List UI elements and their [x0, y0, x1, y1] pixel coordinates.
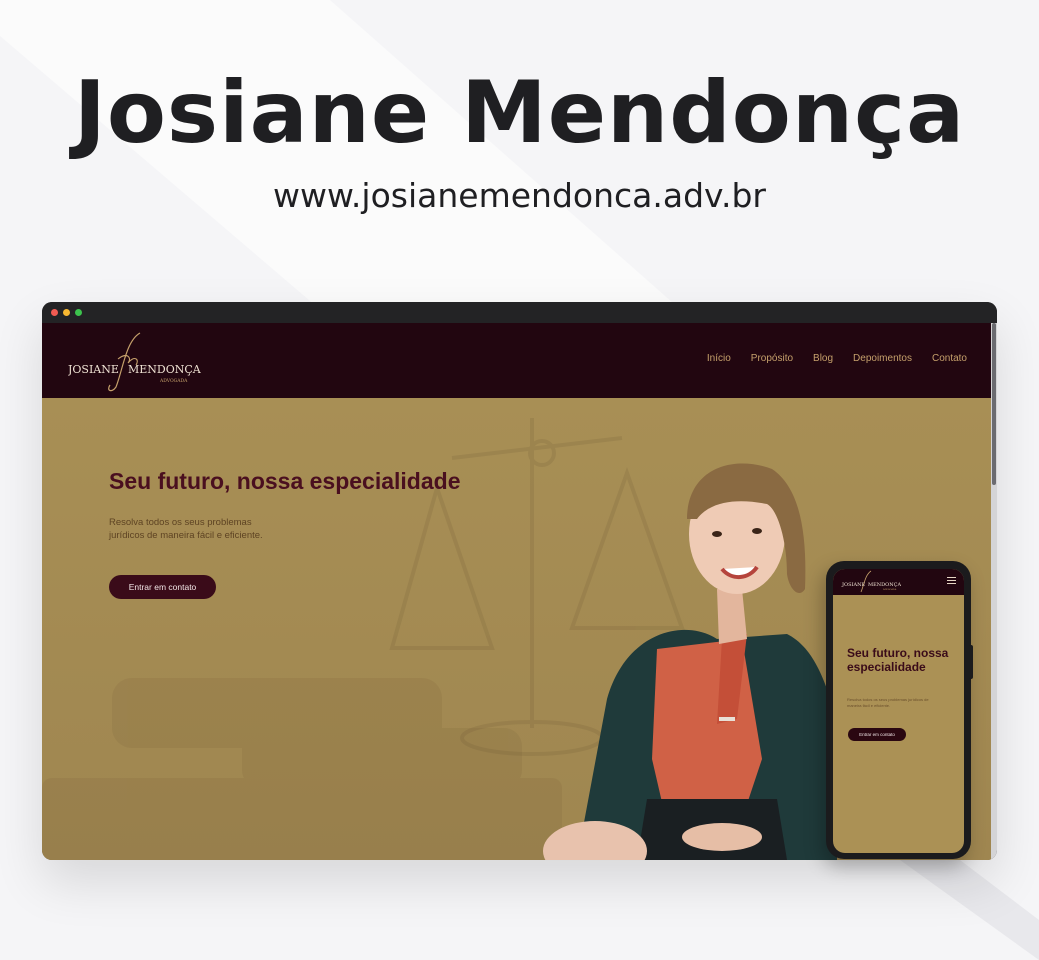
site-navbar: JOSIANE MENDONÇA ADVOGADA Início Propósi…: [42, 323, 991, 398]
mobile-screen: JOSIANE MENDONÇA ADVOGADA Seu futuro, no…: [833, 569, 964, 853]
window-maximize-dot[interactable]: [75, 309, 82, 316]
scrollbar-thumb[interactable]: [992, 323, 996, 485]
nav-depoimentos[interactable]: Depoimentos: [853, 353, 912, 364]
mobile-phone-mockup: JOSIANE MENDONÇA ADVOGADA Seu futuro, no…: [826, 561, 971, 859]
browser-titlebar: [42, 302, 997, 323]
logo-last-name: MENDONÇA: [128, 363, 202, 376]
svg-text:ADVOGADA: ADVOGADA: [882, 588, 897, 591]
page-title: Josiane Mendonça: [73, 63, 966, 163]
phone-side-button: [969, 645, 973, 679]
nav-proposito[interactable]: Propósito: [751, 353, 793, 364]
nav-contato[interactable]: Contato: [932, 353, 967, 364]
mobile-contact-button[interactable]: Entrar em contato: [848, 728, 906, 741]
website-url: www.josianemendonca.adv.br: [272, 176, 766, 215]
nav-inicio[interactable]: Início: [707, 353, 731, 364]
contact-button[interactable]: Entrar em contato: [109, 575, 216, 599]
mobile-site-logo[interactable]: JOSIANE MENDONÇA ADVOGADA: [839, 570, 901, 594]
lawyer-portrait: [543, 463, 837, 860]
svg-text:JOSIANE: JOSIANE: [841, 582, 865, 588]
nav-links: Início Propósito Blog Depoimentos Contat…: [707, 353, 967, 364]
hamburger-menu-icon[interactable]: [947, 577, 956, 586]
logo-role: ADVOGADA: [159, 378, 188, 384]
mobile-hero-subtext: Resolva todos os seus problemas jurídico…: [847, 697, 929, 708]
page-scrollbar[interactable]: [991, 323, 997, 860]
hero-headline: Seu futuro, nossa especialidade: [109, 468, 461, 494]
mobile-hero-headline: Seu futuro, nossa especialidade: [847, 646, 949, 674]
logo-first-name: JOSIANE: [68, 363, 119, 376]
window-close-dot[interactable]: [51, 309, 58, 316]
site-logo[interactable]: JOSIANE MENDONÇA ADVOGADA: [68, 329, 208, 393]
nav-blog[interactable]: Blog: [813, 353, 833, 364]
mobile-navbar: JOSIANE MENDONÇA ADVOGADA: [833, 569, 964, 595]
hero-subtext: Resolva todos os seus problemas jurídico…: [109, 517, 263, 541]
window-minimize-dot[interactable]: [63, 309, 70, 316]
